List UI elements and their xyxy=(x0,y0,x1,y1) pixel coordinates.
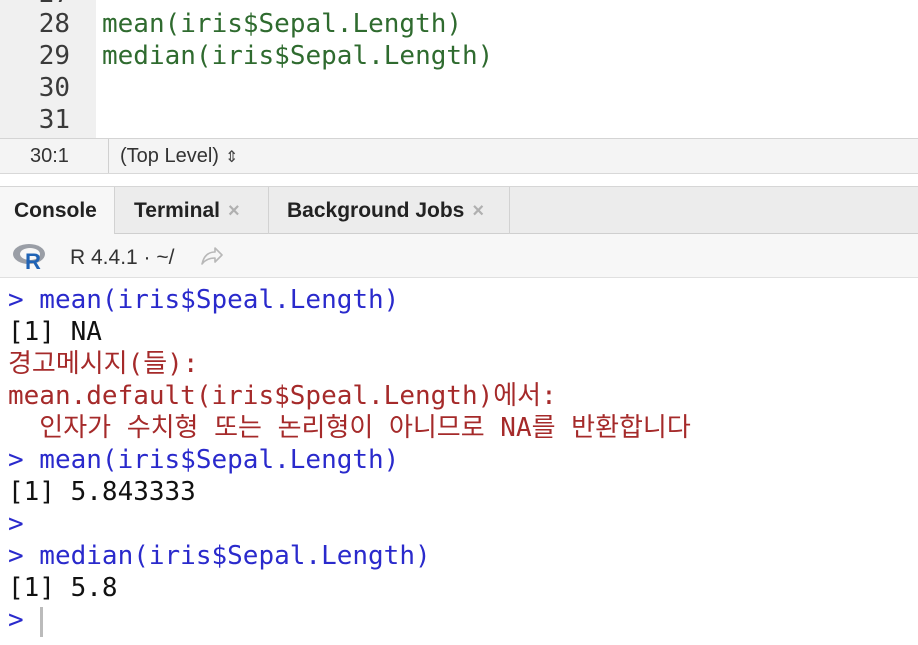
line-number: 29 xyxy=(38,41,70,71)
updown-arrows-icon: ⇕ xyxy=(224,149,239,166)
r-version-path: R 4.4.1 · ~/ xyxy=(70,246,175,269)
tab-terminal[interactable]: Terminal × xyxy=(115,187,269,234)
tab-console[interactable]: Console xyxy=(0,187,115,234)
console-line: 인자가 수치형 또는 논리형이 아니므로 NA를 반환합니다 xyxy=(8,413,691,443)
console-line: > xyxy=(8,509,24,539)
pane-tab-bar: Console Terminal × Background Jobs × xyxy=(0,186,918,234)
console-line: [1] NA xyxy=(8,317,102,347)
tab-label: Console xyxy=(14,199,97,222)
console-prompt[interactable]: > xyxy=(8,604,24,636)
r-logo-icon: R xyxy=(13,244,45,270)
cursor-position: 30:1 xyxy=(30,145,69,167)
go-to-directory-icon[interactable] xyxy=(200,246,224,266)
pane-splitter[interactable] xyxy=(0,174,918,186)
console-line: [1] 5.843333 xyxy=(8,477,196,507)
scope-label: (Top Level) xyxy=(120,145,219,167)
console-line: > mean(iris$Speal.Length) xyxy=(8,285,400,315)
close-icon[interactable]: × xyxy=(472,200,484,222)
tab-background-jobs[interactable]: Background Jobs × xyxy=(269,187,510,234)
status-divider xyxy=(108,139,109,173)
editor-status-bar: 30:1 (Top Level) ⇕ xyxy=(0,138,918,174)
tab-label: Background Jobs xyxy=(287,199,465,222)
line-number: 28 xyxy=(38,9,70,39)
line-number: 31 xyxy=(38,105,70,135)
console-line: > median(iris$Sepal.Length) xyxy=(8,541,431,571)
source-editor[interactable]: 27 28 29 30 31 mean(iris$Sepal.Length) m… xyxy=(0,0,918,138)
text-cursor xyxy=(40,607,43,637)
code-line[interactable]: median(iris$Sepal.Length) xyxy=(102,40,493,72)
console-line: [1] 5.8 xyxy=(8,573,118,603)
svg-text:R: R xyxy=(25,249,41,270)
tab-label: Terminal xyxy=(134,199,220,222)
scope-selector[interactable]: (Top Level) ⇕ xyxy=(120,145,238,168)
console-header: R R 4.4.1 · ~/ xyxy=(0,234,918,278)
line-number: 30 xyxy=(38,73,70,103)
close-icon[interactable]: × xyxy=(228,200,240,222)
console-output[interactable]: > mean(iris$Speal.Length) [1] NA 경고메시지(들… xyxy=(0,278,918,645)
console-line: 경고메시지(들): xyxy=(8,349,199,379)
console-line: mean.default(iris$Speal.Length)에서: xyxy=(8,381,557,411)
code-line[interactable]: mean(iris$Sepal.Length) xyxy=(102,8,462,40)
line-number-gutter: 27 28 29 30 31 xyxy=(0,0,96,138)
console-line: > mean(iris$Sepal.Length) xyxy=(8,445,400,475)
